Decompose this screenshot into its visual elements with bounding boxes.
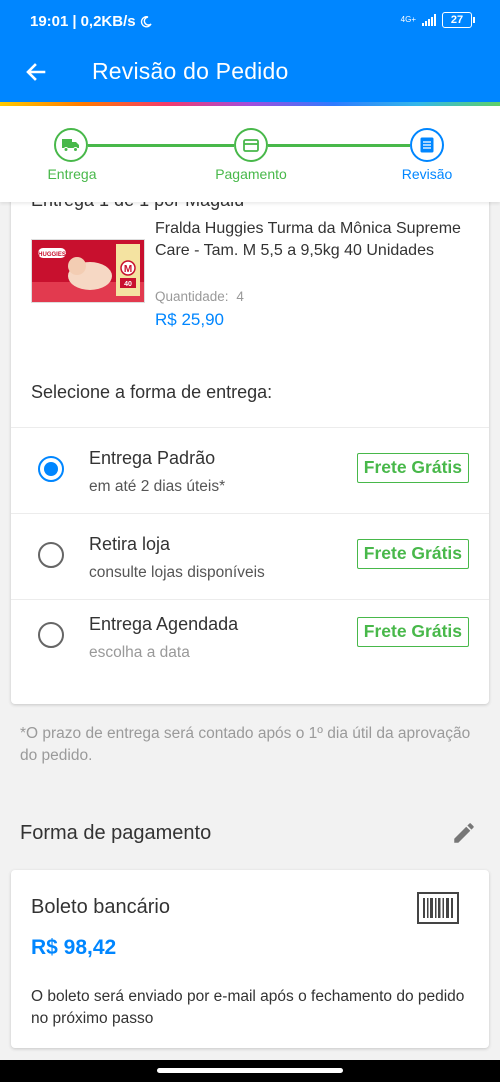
size-letter: M (124, 264, 132, 275)
status-left: 19:01 | 0,2KB/s (30, 13, 152, 30)
step-revisao[interactable] (410, 128, 444, 162)
step-label-pagamento: Pagamento (215, 166, 287, 182)
moon-icon (140, 15, 152, 27)
option-subtitle: consulte lojas disponíveis (89, 564, 265, 581)
product-quantity: Quantidade: 4 (155, 289, 244, 304)
radio-unselected-icon[interactable] (38, 542, 64, 568)
payment-card: Boleto bancário R$ 98,42 O boleto será e… (11, 870, 489, 1048)
payment-section-title: Forma de pagamento (20, 822, 212, 844)
delivery-note: *O prazo de entrega será contado após o … (20, 725, 471, 764)
product-price: R$ 25,90 (155, 310, 224, 329)
diaper-package-image: HUGGIES M 40 (32, 240, 144, 302)
scroll-content[interactable]: Entrega 1 de 1 por Magalu HUGGIES M 40 F… (0, 202, 500, 1060)
free-shipping-badge: Frete Grátis (356, 617, 469, 647)
status-speed: 0,2KB/s (80, 13, 136, 30)
step-pagamento[interactable] (234, 128, 268, 162)
checkout-stepper: Entrega Pagamento Revisão (0, 106, 500, 202)
payment-description: O boleto será enviado por e-mail após o … (31, 988, 465, 1027)
step-label-revisao: Revisão (401, 166, 453, 182)
free-shipping-badge: Frete Grátis (356, 453, 469, 483)
pencil-icon[interactable] (451, 820, 477, 846)
option-title: Entrega Agendada (89, 614, 239, 634)
product-image[interactable]: HUGGIES M 40 (31, 239, 145, 303)
status-right: 4G+ 27 (400, 12, 475, 28)
brand-logo-text: HUGGIES (38, 252, 66, 258)
app-bar: Revisão do Pedido (0, 44, 500, 102)
credit-card-icon (243, 138, 259, 152)
truck-icon (62, 139, 79, 152)
radio-selected-icon[interactable] (38, 456, 64, 482)
step-connector (268, 144, 410, 147)
shipment-heading: Entrega 1 de 1 por Magalu (31, 202, 244, 211)
unit-count: 40 (124, 281, 132, 288)
status-separator: | (72, 13, 77, 30)
product-name[interactable]: Fralda Huggies Turma da Mônica Supreme C… (155, 218, 475, 262)
signal-icon (422, 14, 436, 26)
free-shipping-badge: Frete Grátis (356, 539, 469, 569)
delivery-option-retira-loja[interactable]: Retira loja consulte lojas disponíveis F… (11, 513, 489, 599)
delivery-method-title: Selecione a forma de entrega: (31, 382, 273, 402)
delivery-option-padrao[interactable]: Entrega Padrão em até 2 dias úteis* Fret… (11, 427, 489, 513)
quantity-label: Quantidade: (155, 289, 229, 304)
shipping-card: Entrega 1 de 1 por Magalu HUGGIES M 40 F… (11, 202, 489, 704)
battery-level: 27 (450, 14, 464, 26)
battery-icon: 27 (442, 12, 475, 28)
status-bar: 19:01 | 0,2KB/s 4G+ 27 (0, 0, 500, 44)
step-label-entrega: Entrega (47, 166, 97, 182)
option-subtitle: escolha a data (89, 644, 190, 661)
list-icon (420, 137, 434, 153)
option-subtitle: em até 2 dias úteis* (89, 478, 226, 495)
home-indicator[interactable] (157, 1068, 343, 1073)
delivery-option-agendada[interactable]: Entrega Agendada escolha a data Frete Gr… (11, 599, 489, 685)
option-title: Entrega Padrão (89, 448, 216, 468)
payment-amount: R$ 98,42 (31, 936, 117, 959)
quantity-value: 4 (236, 289, 244, 304)
network-type: 4G+ (400, 15, 416, 24)
step-connector (88, 144, 234, 147)
status-time: 19:01 (30, 13, 69, 30)
system-nav-bar (0, 1060, 500, 1082)
arrow-left-icon[interactable] (22, 58, 50, 86)
payment-method: Boleto bancário (31, 896, 170, 918)
option-title: Retira loja (89, 534, 171, 554)
radio-unselected-icon[interactable] (38, 622, 64, 648)
page-title: Revisão do Pedido (92, 58, 289, 84)
step-entrega[interactable] (54, 128, 88, 162)
barcode-icon (417, 892, 459, 924)
